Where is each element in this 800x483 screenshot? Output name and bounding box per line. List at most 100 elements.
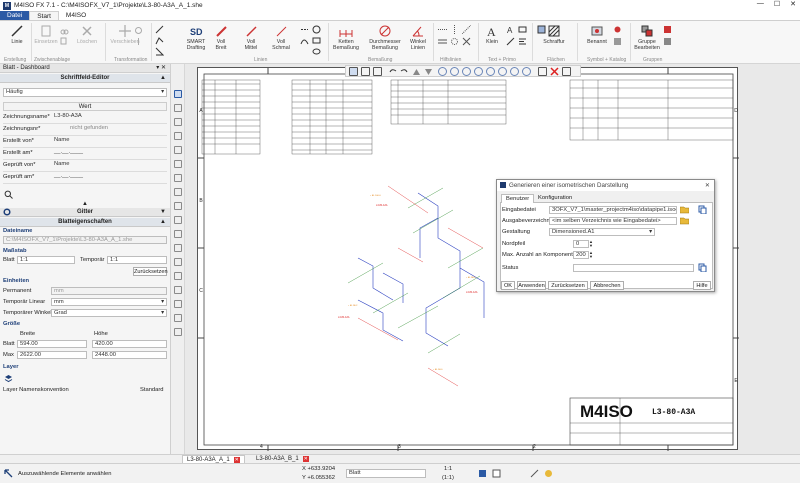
benannt-button[interactable]: Benannt [584, 24, 610, 45]
snap-tracking-icon[interactable] [174, 300, 182, 308]
hilfslinie-vertical-icon[interactable] [450, 25, 459, 34]
snap-node-icon[interactable] [174, 216, 182, 224]
snap-extension-icon[interactable] [174, 230, 182, 238]
tab-m4iso[interactable]: M4ISO [59, 11, 93, 20]
zoom-out-icon[interactable] [462, 67, 471, 76]
gruppe-bearbeiten-button[interactable]: Gruppe Bearbeiten [634, 24, 660, 51]
layer-toggle-icon[interactable] [562, 67, 571, 76]
layer-convention-value[interactable]: Standard [140, 386, 164, 394]
grid-toggle-icon[interactable] [492, 469, 501, 478]
ellipse-tool-icon[interactable] [312, 47, 321, 56]
ausgabeverzeichnis-field[interactable]: <im selben Verzeichnis wie Eingabedatei> [549, 217, 677, 225]
text-edit-icon[interactable]: A [506, 25, 515, 35]
copy-status-icon[interactable] [698, 263, 707, 273]
folder-icon[interactable] [679, 205, 690, 214]
rotate-icon[interactable] [134, 26, 143, 35]
temp-winkel-select[interactable]: Grad ▾ [51, 309, 167, 317]
reset-scale-button[interactable]: Zurücksetzen [133, 267, 168, 276]
loeschen-button[interactable]: Löschen [74, 24, 100, 45]
snap-endpoint-icon[interactable] [174, 90, 182, 98]
anwenden-button[interactable]: Anwenden [517, 281, 546, 290]
size-blatt-width-field[interactable]: 594.00 [17, 340, 87, 348]
section-blatteigenschaften[interactable]: Blatteigenschaften ▲ [0, 218, 170, 227]
undo-icon[interactable] [388, 67, 397, 76]
arrow-tool-icon[interactable] [155, 25, 164, 34]
zoom-window-icon[interactable] [438, 67, 447, 76]
arc-icon[interactable] [300, 36, 309, 45]
zoom-in-icon[interactable] [450, 67, 459, 76]
zoom-all-icon[interactable] [474, 67, 483, 76]
size-max-width-field[interactable]: 2622.00 [17, 351, 87, 359]
triangle-up-icon[interactable] [412, 67, 421, 76]
snap-midpoint-icon[interactable] [174, 104, 182, 112]
angle-line-icon[interactable] [155, 47, 165, 56]
voll-mittel-button[interactable]: Voll Mittel [241, 24, 261, 51]
pin-icon[interactable]: ▾ ✕ [156, 64, 166, 73]
snap-nearest-icon[interactable] [174, 174, 182, 182]
ketten-bemassung-button[interactable]: Ketten Bemaßung [331, 24, 361, 51]
tab-benutzer[interactable]: Benutzer [501, 194, 535, 203]
tab-datei[interactable]: Datei [0, 11, 30, 20]
linie-button[interactable]: Linie [6, 24, 28, 45]
schriftfeld-value[interactable]: __.__.____ [52, 173, 167, 181]
einsetzen-button[interactable]: Einsetzen [33, 24, 59, 45]
snap-toggle-icon[interactable] [478, 469, 487, 478]
space-field[interactable]: Blatt [346, 469, 426, 478]
snap-tangent-icon[interactable] [174, 160, 182, 168]
pan-icon[interactable] [522, 67, 531, 76]
durchmesser-button[interactable]: Durchmesser Bemaßung [366, 24, 404, 51]
copy-icon[interactable] [60, 37, 69, 46]
info-toggle-icon[interactable] [544, 469, 553, 478]
splitter-handle[interactable]: ▲ [82, 201, 88, 207]
max-komponenten-spin-icon[interactable]: ▲ ▼ [589, 251, 593, 259]
symbol-edit-icon[interactable] [613, 37, 622, 46]
hilfslinie-angle-icon[interactable] [461, 24, 472, 35]
max-komponenten-spinner[interactable]: 200 [573, 251, 589, 259]
circle-tool-icon[interactable] [312, 25, 321, 34]
filter-select[interactable]: Häufig ▾ [3, 88, 167, 97]
save-icon[interactable] [361, 67, 370, 76]
minimize-button[interactable]: — [757, 0, 764, 8]
tab-start[interactable]: Start [29, 11, 59, 20]
dialog-close-icon[interactable]: ✕ [705, 180, 710, 191]
text-klein-button[interactable]: A Klein [482, 24, 502, 45]
dateiname-field[interactable]: C:\M4ISOFX_V7_1\Projekte\L3-80-A3A_A_1.s… [3, 236, 167, 244]
voll-schmal-button[interactable]: Voll Schmal [268, 24, 294, 51]
close-button[interactable]: ✕ [790, 0, 796, 8]
group-remove-icon[interactable] [663, 37, 672, 46]
temp-linear-select[interactable]: mm ▾ [51, 298, 167, 306]
temporaer-scale-field[interactable]: 1:1 [107, 256, 167, 264]
snap-grid-icon[interactable] [174, 258, 182, 266]
size-blatt-height-field[interactable]: 420.00 [92, 340, 167, 348]
schriftfeld-value[interactable]: nicht gefunden [52, 125, 167, 133]
schriftfeld-value[interactable]: __.__.____ [52, 149, 167, 157]
schriftfeld-value[interactable]: Name [52, 161, 167, 169]
group-add-icon[interactable] [663, 25, 672, 34]
zuruecksetzen-button[interactable]: Zurücksetzen [548, 281, 588, 290]
select-arrow-icon[interactable] [349, 67, 358, 76]
symbol-insert-icon[interactable] [613, 25, 622, 34]
print-icon[interactable] [373, 67, 382, 76]
dash-line-icon[interactable] [300, 25, 309, 34]
abbrechen-button[interactable]: Abbrechen [590, 281, 624, 290]
ok-button[interactable]: OK [501, 281, 515, 290]
schraffur-button[interactable]: Schraffur [539, 24, 569, 45]
zoom-previous-icon[interactable] [486, 67, 495, 76]
mirror-icon[interactable] [134, 37, 143, 46]
section-gitter[interactable]: Gitter ▼ [0, 208, 170, 217]
copy-file-icon[interactable] [698, 205, 707, 215]
zoom-sheet-icon[interactable] [498, 67, 507, 76]
size-max-height-field[interactable]: 2448.00 [92, 351, 167, 359]
snap-object-icon[interactable] [174, 328, 182, 336]
search-icon[interactable] [4, 190, 13, 199]
close-icon[interactable]: ✕ [302, 456, 309, 462]
text-leader-icon[interactable] [506, 37, 515, 46]
snap-perpendicular-icon[interactable] [174, 146, 182, 154]
snap-insertion-icon[interactable] [174, 202, 182, 210]
nordpfeil-spin-icon[interactable]: ▲ ▼ [589, 240, 593, 248]
snap-quadrant-icon[interactable] [174, 188, 182, 196]
snap-settings-icon[interactable] [174, 286, 182, 294]
text-box-icon[interactable] [518, 25, 527, 34]
hilfslinie-delete-icon[interactable] [462, 37, 471, 46]
hilfslinie-parallel-icon[interactable] [438, 37, 447, 46]
